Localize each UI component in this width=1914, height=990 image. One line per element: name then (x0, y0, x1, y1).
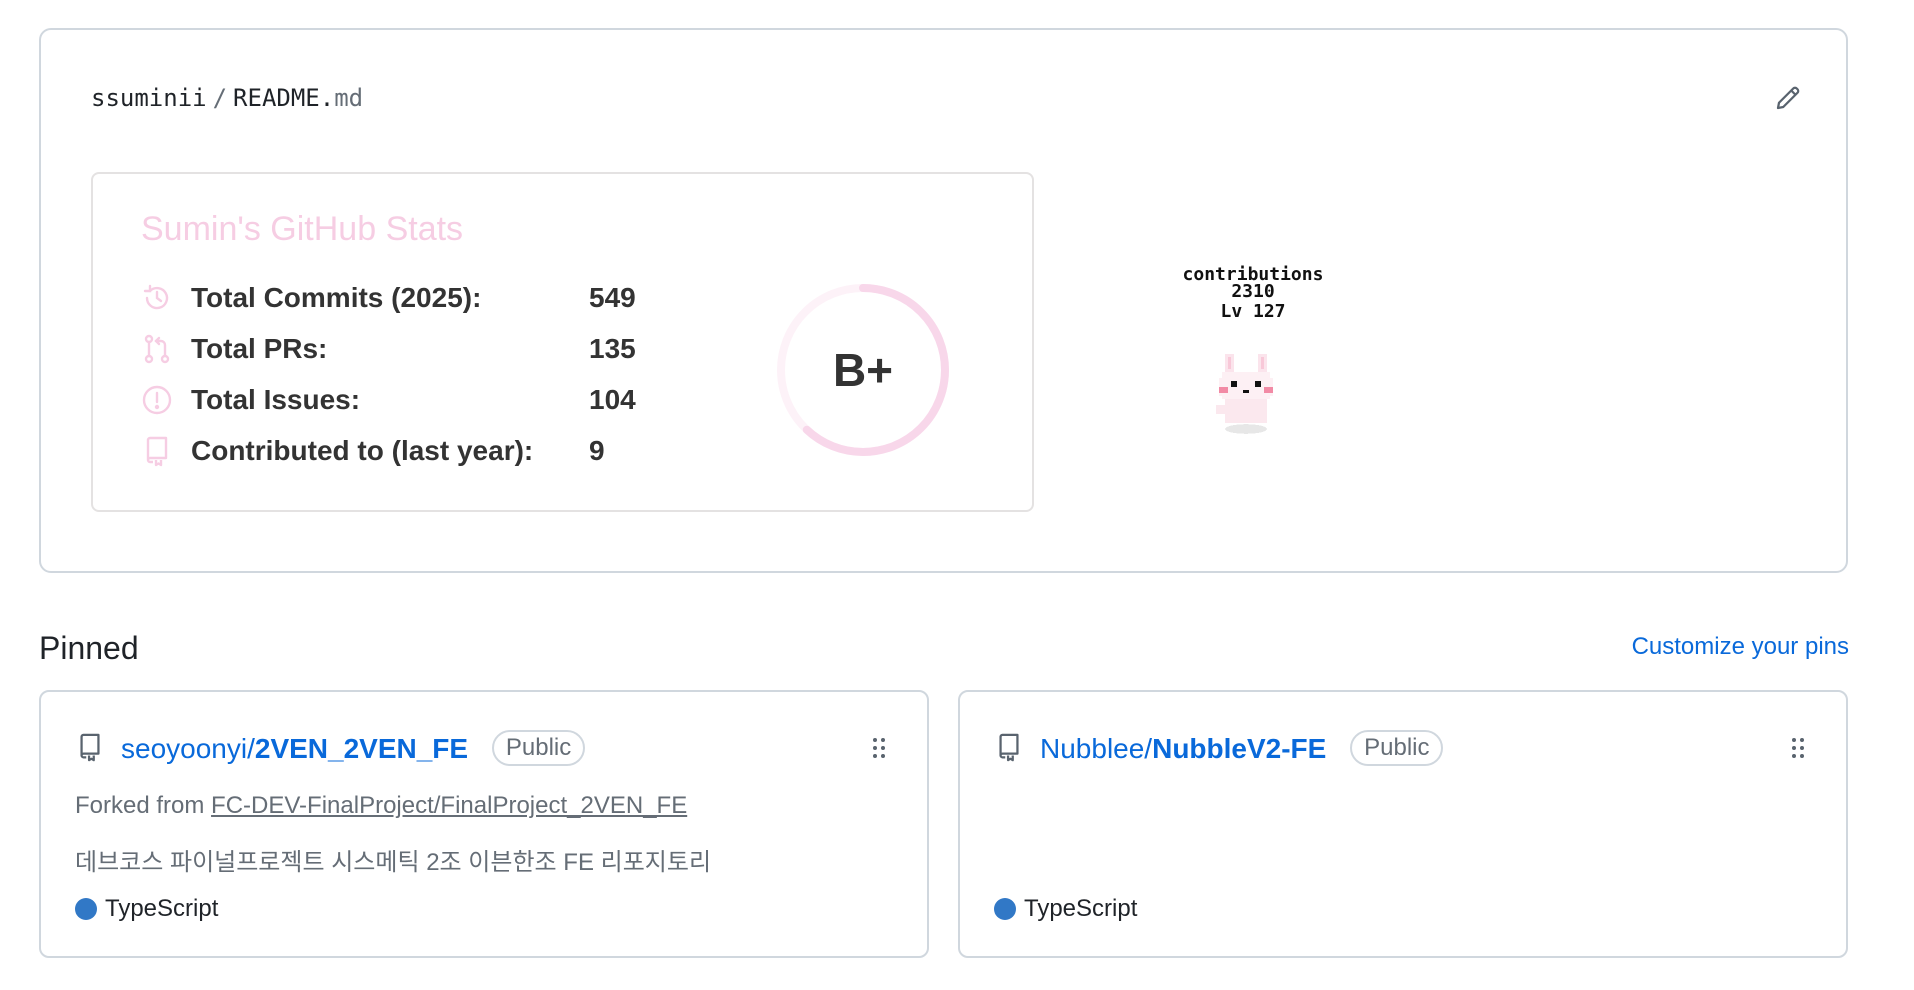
drag-handle-icon[interactable] (871, 736, 887, 760)
pinned-heading: Pinned (39, 630, 139, 666)
path-separator: / (212, 84, 228, 112)
forked-from-text: Forked from FC-DEV-FinalProject/FinalPro… (75, 792, 687, 820)
pinned-repo-card: Nubblee/NubbleV2-FE Public TypeScript (958, 690, 1848, 958)
pet-level: Lv 127 (1220, 301, 1286, 322)
drag-handle-icon[interactable] (1790, 736, 1806, 760)
stat-row-contributed: Contributed to (last year): 9 (141, 431, 661, 471)
repo-icon (80, 733, 100, 762)
stat-row-issues: Total Issues: 104 (141, 380, 661, 420)
repo-link[interactable]: seoyoonyi/2VEN_2VEN_FE Public (121, 730, 586, 766)
pet-contributions-count: 2310 (1231, 281, 1275, 302)
stat-label: Total Commits (2025): (191, 282, 482, 313)
pinned-repo-card: seoyoonyi/2VEN_2VEN_FE Public Forked fro… (39, 690, 929, 958)
contribution-pet: contributions 2310 Lv 127 (1163, 266, 1343, 466)
repo-language: TypeScript (75, 895, 218, 923)
issue-icon (142, 385, 172, 415)
visibility-badge: Public (491, 730, 586, 766)
readme-path: ssuminii / README.md (91, 84, 363, 112)
github-stats-card: Sumin's GitHub Stats Total Commits (2025… (91, 172, 1034, 512)
customize-pins-link[interactable]: Customize your pins (1632, 633, 1849, 661)
repo-language: TypeScript (994, 895, 1137, 923)
pencil-icon (1776, 86, 1800, 110)
language-color-dot (994, 898, 1016, 920)
repo-name: NubbleV2-FE (1152, 733, 1327, 764)
stat-label: Total Issues: (191, 384, 361, 415)
bunny-pet-icon (1216, 354, 1273, 434)
language-name: TypeScript (1024, 895, 1138, 922)
repo-description: 데브코스 파이널프로젝트 시스메틱 2조 이븐한조 FE 리포지토리 (75, 849, 712, 876)
visibility-badge: Public (1350, 730, 1444, 766)
repo-icon (999, 733, 1019, 762)
language-color-dot (75, 898, 97, 920)
stat-value: 549 (589, 282, 636, 313)
readme-file-name: README. (233, 84, 335, 112)
language-name: TypeScript (105, 895, 219, 922)
pull-request-icon (144, 334, 170, 364)
repo-icon (146, 436, 168, 467)
stat-label: Total PRs: (191, 333, 328, 364)
stat-row-prs: Total PRs: 135 (141, 329, 661, 369)
forked-prefix: Forked from (75, 792, 205, 819)
readme-container: ssuminii / README.md Sumin's GitHub Stats … (39, 28, 1848, 573)
repo-owner: seoyoonyi/ (121, 733, 255, 764)
forked-from-link[interactable]: FC-DEV-FinalProject/FinalProject_2VEN_FE (211, 792, 687, 819)
stat-value: 104 (589, 384, 636, 415)
stat-row-commits: Total Commits (2025): 549 (141, 278, 661, 318)
stat-value: 135 (589, 333, 636, 364)
repo-name: 2VEN_2VEN_FE (254, 733, 469, 764)
rank-grade: B+ (832, 344, 894, 396)
history-icon (143, 284, 169, 310)
repo-owner: Nubblee/ (1040, 733, 1153, 764)
edit-readme-button[interactable] (1770, 80, 1806, 116)
readme-owner-link[interactable]: ssuminii (91, 84, 207, 112)
repo-link[interactable]: Nubblee/NubbleV2-FE Public (1040, 730, 1444, 766)
stat-label: Contributed to (last year): (191, 435, 534, 466)
readme-file-ext: md (334, 84, 364, 112)
stats-title: Sumin's GitHub Stats (141, 210, 464, 248)
stat-value: 9 (589, 435, 605, 466)
